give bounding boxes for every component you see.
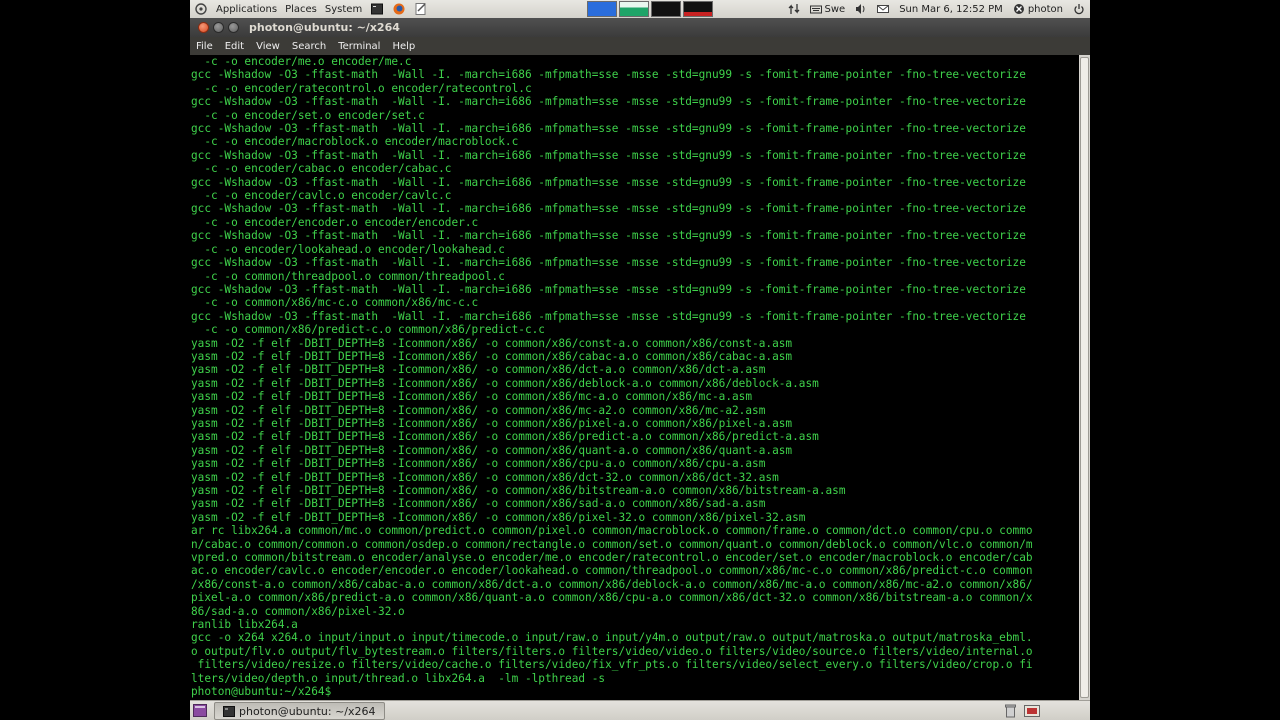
terminal-line: -c -o encoder/lookahead.o encoder/lookah… <box>191 242 505 256</box>
terminal-line: -c -o common/x86/predict-c.o common/x86/… <box>191 323 545 337</box>
terminal-line: ar rc libx264.a common/mc.o common/predi… <box>191 524 1033 538</box>
shutdown-icon[interactable] <box>1068 3 1090 15</box>
desktop-screen: Applications Places System Swe Sun Mar 6… <box>190 0 1090 720</box>
terminal-menu[interactable]: Terminal <box>332 41 386 52</box>
terminal-line: /x86/const-a.o common/x86/cabac-a.o comm… <box>191 577 1033 591</box>
workspace-2[interactable] <box>618 1 649 17</box>
terminal-line: vpred.o common/bitstream.o encoder/analy… <box>191 551 1033 565</box>
terminal-menubar: File Edit View Search Terminal Help <box>190 37 1090 55</box>
terminal-line: gcc -Wshadow -O3 -ffast-math -Wall -I. -… <box>191 95 1026 109</box>
terminal-line: gcc -Wshadow -O3 -ffast-math -Wall -I. -… <box>191 148 1026 162</box>
terminal-line: -c -o encoder/cabac.o encoder/cabac.c <box>191 162 452 176</box>
ubuntu-logo-icon[interactable] <box>190 3 212 15</box>
terminal-line: -c -o encoder/encoder.o encoder/encoder.… <box>191 215 479 229</box>
mail-icon[interactable] <box>872 3 894 15</box>
terminal-line: yasm -O2 -f elf -DBIT_DEPTH=8 -Icommon/x… <box>191 349 793 363</box>
terminal-line: gcc -Wshadow -O3 -ffast-math -Wall -I. -… <box>191 309 1026 323</box>
terminal-output: -c -o encoder/me.o encoder/me.c gcc -Wsha… <box>190 55 1079 699</box>
workspace-3[interactable] <box>650 1 681 17</box>
terminal-line: -c -o encoder/macroblock.o encoder/macro… <box>191 135 519 149</box>
terminal-line: yasm -O2 -f elf -DBIT_DEPTH=8 -Icommon/x… <box>191 336 793 350</box>
applications-menu[interactable]: Applications <box>212 4 281 15</box>
network-icon[interactable] <box>783 3 805 15</box>
terminal-line: gcc -Wshadow -O3 -ffast-math -Wall -I. -… <box>191 202 1026 216</box>
volume-icon[interactable] <box>850 3 872 15</box>
view-menu[interactable]: View <box>250 41 286 52</box>
user-name: photon <box>1027 3 1063 15</box>
terminal-line: -c -o common/x86/mc-c.o common/x86/mc-c.… <box>191 296 479 310</box>
terminal-line: gcc -Wshadow -O3 -ffast-math -Wall -I. -… <box>191 175 1026 189</box>
terminal-line: yasm -O2 -f elf -DBIT_DEPTH=8 -Icommon/x… <box>191 376 819 390</box>
places-menu[interactable]: Places <box>281 4 321 15</box>
taskbar-terminal-label: photon@ubuntu: ~/x264 <box>239 704 376 718</box>
user-status-icon <box>1013 4 1024 14</box>
terminal-icon <box>223 705 235 717</box>
terminal-line: -c -o common/threadpool.o common/threadp… <box>191 269 505 283</box>
maximize-window-button[interactable] <box>228 22 239 33</box>
window-titlebar[interactable]: photon@ubuntu: ~/x264 <box>190 18 1090 37</box>
terminal-line: yasm -O2 -f elf -DBIT_DEPTH=8 -Icommon/x… <box>191 390 753 404</box>
terminal-line: yasm -O2 -f elf -DBIT_DEPTH=8 -Icommon/x… <box>191 510 806 524</box>
terminal-line: gcc -Wshadow -O3 -ffast-math -Wall -I. -… <box>191 122 1026 136</box>
terminal-line: ranlib libx264.a <box>191 618 298 632</box>
keyboard-icon <box>809 5 822 14</box>
text-editor-launcher-icon[interactable] <box>410 3 432 15</box>
terminal-line: -c -o encoder/set.o encoder/set.c <box>191 108 425 122</box>
top-panel: Applications Places System Swe Sun Mar 6… <box>190 0 1090 19</box>
terminal-line: 86/sad-a.o common/x86/pixel-32.o <box>191 604 405 618</box>
terminal-line: yasm -O2 -f elf -DBIT_DEPTH=8 -Icommon/x… <box>191 497 766 511</box>
terminal-line: yasm -O2 -f elf -DBIT_DEPTH=8 -Icommon/x… <box>191 430 819 444</box>
terminal-line: filters/video/resize.o filters/video/cac… <box>191 658 1033 672</box>
workspace-4[interactable] <box>682 1 713 17</box>
show-desktop-icon[interactable] <box>193 704 207 720</box>
terminal-area[interactable]: -c -o encoder/me.o encoder/me.c gcc -Wsha… <box>190 55 1079 700</box>
firefox-launcher-icon[interactable] <box>388 3 410 15</box>
terminal-line: gcc -Wshadow -O3 -ffast-math -Wall -I. -… <box>191 282 1026 296</box>
minimize-window-button[interactable] <box>213 22 224 33</box>
terminal-line: -c -o encoder/me.o encoder/me.c <box>191 55 412 68</box>
terminal-line: ac.o encoder/cavlc.o encoder/encoder.o e… <box>191 564 1033 578</box>
terminal-launcher-icon[interactable] <box>366 3 388 15</box>
terminal-line: lters/video/depth.o input/thread.o libx2… <box>191 671 606 685</box>
clock[interactable]: Sun Mar 6, 12:52 PM <box>894 4 1008 15</box>
terminal-line: gcc -o x264 x264.o input/input.o input/t… <box>191 631 1033 645</box>
workspace-1[interactable] <box>586 1 617 17</box>
terminal-line: n/cabac.o common/common.o common/osdep.o… <box>191 537 1033 551</box>
search-menu[interactable]: Search <box>286 41 332 52</box>
edit-menu[interactable]: Edit <box>219 41 250 52</box>
close-window-button[interactable] <box>198 22 209 33</box>
terminal-line: yasm -O2 -f elf -DBIT_DEPTH=8 -Icommon/x… <box>191 457 766 471</box>
terminal-scrollbar[interactable] <box>1079 55 1090 700</box>
help-menu[interactable]: Help <box>386 41 421 52</box>
terminal-line: gcc -Wshadow -O3 -ffast-math -Wall -I. -… <box>191 229 1026 243</box>
taskbar-terminal-button[interactable]: photon@ubuntu: ~/x264 <box>214 702 385 720</box>
file-menu[interactable]: File <box>190 41 219 52</box>
keyboard-layout-label: Swe <box>824 3 846 15</box>
terminal-line: yasm -O2 -f elf -DBIT_DEPTH=8 -Icommon/x… <box>191 416 793 430</box>
user-menu[interactable]: photon <box>1008 3 1068 15</box>
terminal-line: photon@ubuntu:~/x264$ <box>191 685 332 699</box>
terminal-line: -c -o encoder/ratecontrol.o encoder/rate… <box>191 81 532 95</box>
terminal-line: yasm -O2 -f elf -DBIT_DEPTH=8 -Icommon/x… <box>191 363 766 377</box>
terminal-line: pixel-a.o common/x86/predict-a.o common/… <box>191 591 1033 605</box>
terminal-line: o output/flv.o output/flv_bytestream.o f… <box>191 644 1033 658</box>
terminal-line: yasm -O2 -f elf -DBIT_DEPTH=8 -Icommon/x… <box>191 484 846 497</box>
system-menu[interactable]: System <box>321 4 366 15</box>
terminal-line: yasm -O2 -f elf -DBIT_DEPTH=8 -Icommon/x… <box>191 443 793 457</box>
workspace-indicator-icon[interactable] <box>1024 705 1040 717</box>
terminal-line: gcc -Wshadow -O3 -ffast-math -Wall -I. -… <box>191 68 1026 82</box>
terminal-line: -c -o encoder/cavlc.o encoder/cavlc.c <box>191 189 452 203</box>
workspace-switcher[interactable] <box>585 1 713 17</box>
terminal-line: yasm -O2 -f elf -DBIT_DEPTH=8 -Icommon/x… <box>191 470 779 484</box>
scrollbar-thumb[interactable] <box>1080 57 1089 698</box>
terminal-line: gcc -Wshadow -O3 -ffast-math -Wall -I. -… <box>191 256 1026 270</box>
window-title: photon@ubuntu: ~/x264 <box>249 21 400 34</box>
bottom-panel: photon@ubuntu: ~/x264 <box>190 700 1090 720</box>
trash-icon[interactable] <box>1005 704 1016 718</box>
keyboard-layout-indicator[interactable]: Swe <box>805 3 851 15</box>
terminal-line: yasm -O2 -f elf -DBIT_DEPTH=8 -Icommon/x… <box>191 403 766 417</box>
